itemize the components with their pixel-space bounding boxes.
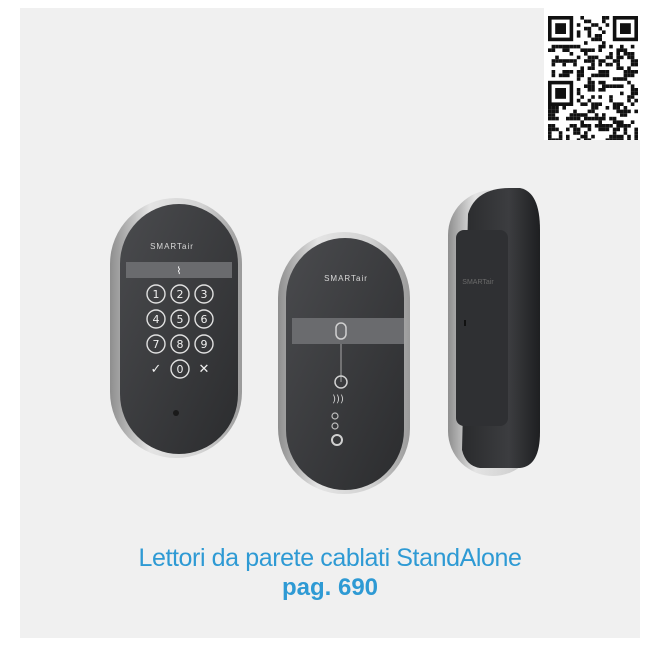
svg-text:4: 4 xyxy=(153,313,160,326)
svg-text:9: 9 xyxy=(201,338,208,351)
keypad-reader: SMARTair ⌇ 1 2 3 4 5 6 7 8 9 ✓ 0 ✕ xyxy=(110,198,242,458)
svg-text:))): ))) xyxy=(332,394,344,405)
page-reference[interactable]: pag. 690 xyxy=(20,573,640,603)
svg-text:2: 2 xyxy=(177,288,184,301)
svg-text:7: 7 xyxy=(153,338,160,351)
svg-text:5: 5 xyxy=(177,313,184,326)
svg-text:3: 3 xyxy=(201,288,208,301)
keypad-key: ✕ xyxy=(199,362,210,377)
keypad-key: ✓ xyxy=(151,362,162,377)
caption: Lettori da parete cablati StandAlone pag… xyxy=(20,543,640,603)
keypad-brand-label: SMARTair xyxy=(150,242,194,251)
nfc-icon: ⌇ xyxy=(177,266,182,277)
product-title: Lettori da parete cablati StandAlone xyxy=(138,544,522,572)
svg-text:1: 1 xyxy=(153,288,160,301)
svg-text:0: 0 xyxy=(177,363,184,376)
svg-text:✓: ✓ xyxy=(151,362,162,377)
qr-code-icon[interactable] xyxy=(544,8,640,140)
side-brand-label: SMARTair xyxy=(462,279,494,286)
product-image: SMARTair ⌇ 1 2 3 4 5 6 7 8 9 ✓ 0 ✕ SMARTair ))) SMA… xyxy=(110,188,540,494)
svg-text:8: 8 xyxy=(177,338,184,351)
svg-text:✕: ✕ xyxy=(199,362,210,377)
proximity-brand-label: SMARTair xyxy=(324,274,368,283)
proximity-reader: SMARTair ))) xyxy=(278,232,410,494)
side-reader: SMARTair xyxy=(448,188,540,476)
svg-text:6: 6 xyxy=(201,313,208,326)
